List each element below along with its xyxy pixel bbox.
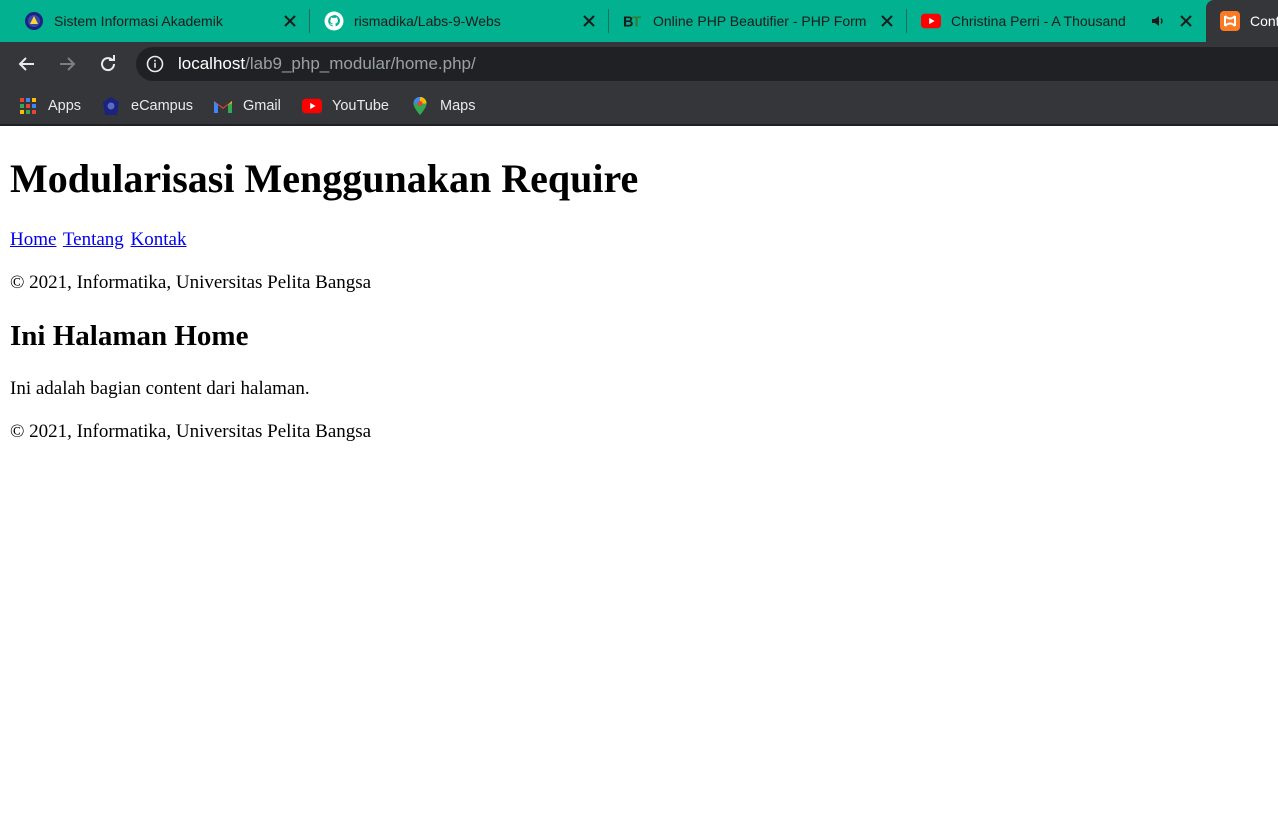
browser-toolbar: localhost/lab9_php_modular/home.php/ <box>0 42 1278 86</box>
bookmark-label: Apps <box>48 98 82 114</box>
tab-title: Christina Perri - A Thousand <box>951 13 1126 29</box>
speaker-icon[interactable] <box>1149 12 1167 30</box>
bookmark-youtube[interactable]: YouTube <box>302 94 389 118</box>
beautifier-bt-icon: BT <box>623 11 643 31</box>
url-text[interactable]: localhost/lab9_php_modular/home.php/ <box>178 47 476 81</box>
close-icon[interactable] <box>281 12 299 30</box>
bookmark-label: Gmail <box>243 98 281 114</box>
bookmarks-bar: Apps eCampus Gmail YouTube Maps <box>0 86 1278 126</box>
bookmark-label: YouTube <box>332 98 389 114</box>
youtube-icon <box>921 11 941 31</box>
tab-title: Sistem Informasi Akademik <box>54 13 223 29</box>
youtube-icon <box>302 96 322 116</box>
page-body-text: Ini adalah bagian content dari halaman. <box>10 378 310 399</box>
close-icon[interactable] <box>580 12 598 30</box>
github-icon <box>324 11 344 31</box>
maps-pin-icon <box>410 96 430 116</box>
university-logo-icon <box>24 11 44 31</box>
page-subheading: Ini Halaman Home <box>10 320 249 352</box>
nav-link-tentang[interactable]: Tentang <box>63 229 124 250</box>
bookmark-label: eCampus <box>131 98 194 114</box>
reload-icon[interactable] <box>94 50 122 78</box>
bookmark-ecampus[interactable]: eCampus <box>101 94 193 118</box>
bookmark-gmail[interactable]: Gmail <box>213 94 281 118</box>
tab-github[interactable]: rismadika/Labs-9-Webs <box>308 0 608 42</box>
info-icon[interactable] <box>146 55 164 73</box>
nav-link-home[interactable]: Home <box>10 229 56 250</box>
url-path: /lab9_php_modular/home.php/ <box>245 54 476 73</box>
page-heading: Modularisasi Menggunakan Require <box>10 156 639 201</box>
tab-youtube-christina-perri[interactable]: Christina Perri - A Thousand <box>905 0 1205 42</box>
address-bar[interactable]: localhost/lab9_php_modular/home.php/ <box>136 47 1278 81</box>
back-arrow-icon[interactable] <box>13 50 41 78</box>
close-icon[interactable] <box>878 12 896 30</box>
page-content: Modularisasi Menggunakan Require Home Te… <box>0 128 1278 818</box>
svg-text:T: T <box>632 14 641 30</box>
bookmark-apps[interactable]: Apps <box>18 94 81 118</box>
bookmark-maps[interactable]: Maps <box>410 94 475 118</box>
bookmark-label: Maps <box>440 98 476 114</box>
page-nav: Home Tentang Kontak <box>10 229 188 251</box>
university-logo-icon <box>101 96 121 116</box>
footer-bottom: © 2021, Informatika, Universitas Pelita … <box>10 421 372 442</box>
xampp-icon <box>1220 11 1240 31</box>
tab-php-beautifier[interactable]: BT Online PHP Beautifier - PHP Form <box>607 0 907 42</box>
close-icon[interactable] <box>1177 12 1195 30</box>
url-host: localhost <box>178 54 246 73</box>
tab-title: Online PHP Beautifier - PHP Form <box>653 13 867 29</box>
tab-xampp-active[interactable]: Cont <box>1206 0 1278 42</box>
tab-title: Cont <box>1250 13 1278 29</box>
footer-top: © 2021, Informatika, Universitas Pelita … <box>10 272 372 293</box>
nav-link-kontak[interactable]: Kontak <box>131 229 187 250</box>
tab-strip: Sistem Informasi Akademik rismadika/Labs… <box>0 0 1278 42</box>
gmail-icon <box>213 96 233 116</box>
tab-title: rismadika/Labs-9-Webs <box>354 13 501 29</box>
forward-arrow-icon[interactable] <box>53 50 81 78</box>
apps-grid-icon <box>18 96 38 116</box>
tab-sistem-informasi[interactable]: Sistem Informasi Akademik <box>8 0 308 42</box>
